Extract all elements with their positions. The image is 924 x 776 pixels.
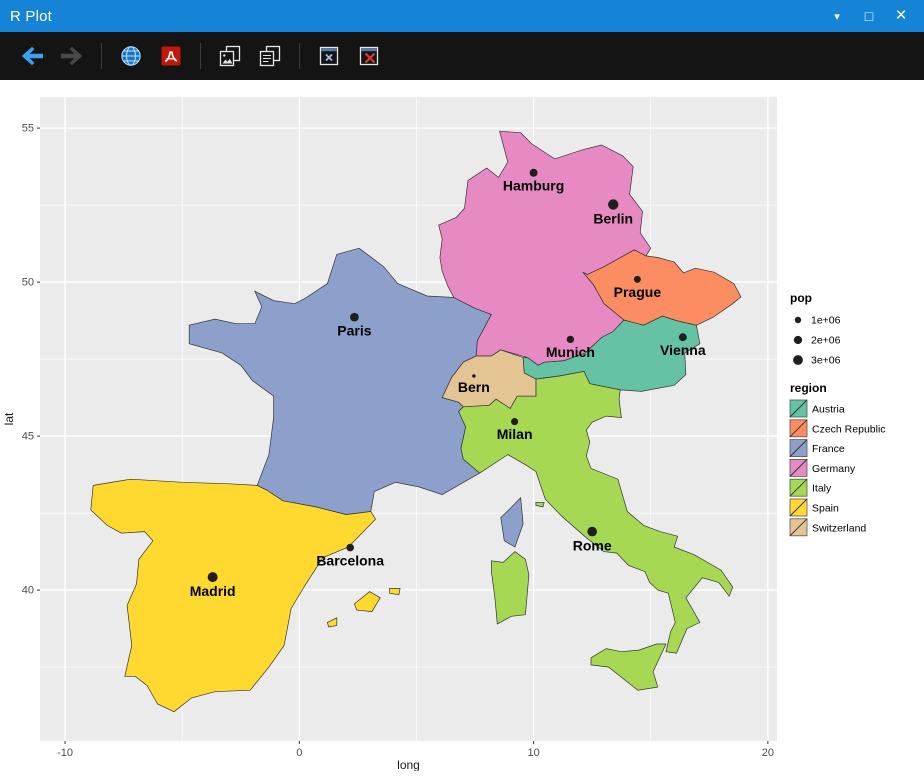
legend-pop-title: pop [790,291,812,305]
city-label-rome: Rome [573,537,612,553]
pdf-icon [161,46,181,66]
legend-region-label-spain: Spain [812,503,839,515]
globe-icon [121,46,141,66]
city-label-hamburg: Hamburg [503,178,564,194]
window-controls: ▾ □ × [824,3,914,29]
city-label-madrid: Madrid [190,583,236,599]
legend-region-label-italy: Italy [812,483,832,495]
city-point-munich [566,335,575,344]
city-label-prague: Prague [614,284,662,300]
city-point-milan [511,418,519,426]
city-point-vienna [678,333,687,342]
y-axis-tick-label: 50 [22,277,34,289]
y-axis-tick-label: 45 [22,431,34,443]
legend-pop-label: 1e+06 [811,315,841,327]
forward-button[interactable] [53,37,91,75]
arrow-left-icon [21,46,43,66]
city-point-bern [472,374,476,378]
city-label-munich: Munich [546,344,595,360]
back-button[interactable] [13,37,51,75]
city-point-paris [350,312,359,322]
city-point-hamburg [529,168,538,177]
legend-pop-key [793,355,803,365]
city-label-vienna: Vienna [660,342,706,358]
clear-all-plots-button[interactable] [350,37,388,75]
toolbar-separator [200,43,201,69]
y-axis-title: lat [2,412,16,425]
copy-as-bitmap-button[interactable] [211,37,249,75]
city-label-berlin: Berlin [593,211,633,227]
map-region-spain [389,588,401,596]
titlebar[interactable]: R Plot ▾ □ × [0,0,924,32]
r-plot-window: R Plot ▾ □ × Hamburg Berlin Prague Vienna Mu… [0,0,924,776]
copy-metafile-icon [259,45,281,67]
legend-pop-key [793,335,803,345]
legend-region-label-france: France [812,443,845,455]
city-label-paris: Paris [337,323,371,339]
city-label-barcelona: Barcelona [316,552,384,568]
clear-plots-icon [359,46,379,66]
city-point-madrid [207,572,218,583]
city-point-barcelona [346,543,354,552]
window-title: R Plot [10,7,53,25]
save-as-pdf-button[interactable] [152,37,190,75]
y-axis-tick-label: 40 [22,585,34,597]
plot-toolbar [0,32,924,80]
arrow-right-icon [61,46,83,66]
x-axis-tick-label: 10 [527,747,539,759]
r-plot-figure: Hamburg Berlin Prague Vienna Munich Paris Bern… [2,97,886,772]
copy-bitmap-icon [219,45,241,67]
maximize-icon: □ [864,8,874,24]
y-axis-tick-label: 55 [22,123,34,135]
legend-pop-label: 2e+06 [811,335,841,347]
remove-plot-icon [319,46,339,66]
remove-plot-button[interactable] [310,37,348,75]
x-axis-tick-label: -10 [57,747,73,759]
chevron-down-icon: ▾ [834,10,840,23]
x-axis-tick-label: 0 [296,747,302,759]
legend-pop-label: 3e+06 [811,355,841,367]
city-point-berlin [608,199,619,210]
plot-content: Hamburg Berlin Prague Vienna Munich Paris Bern… [0,80,924,776]
map-region-italy [491,551,530,625]
legend-region-label-germany: Germany [812,463,856,475]
save-as-image-button[interactable] [112,37,150,75]
titlebar-menu-button[interactable]: ▾ [824,3,850,29]
legend-region-label-austria: Austria [812,404,845,416]
city-label-bern: Bern [458,379,490,395]
toolbar-separator [299,43,300,69]
legend-region-label-switzerland: Switzerland [812,522,866,534]
legend-region-label-czech-republic: Czech Republic [812,423,886,435]
close-button[interactable]: × [888,3,914,29]
x-axis-tick-label: 20 [762,747,774,759]
legend-pop-key [794,316,802,324]
x-axis-title: long [397,758,420,771]
close-icon: × [895,5,907,26]
legend-region-title: region [790,381,827,395]
city-point-rome [587,526,597,537]
city-point-prague [633,275,641,283]
maximize-button[interactable]: □ [856,3,882,29]
copy-as-metafile-button[interactable] [251,37,289,75]
toolbar-separator [101,43,102,69]
city-label-milan: Milan [497,426,533,442]
